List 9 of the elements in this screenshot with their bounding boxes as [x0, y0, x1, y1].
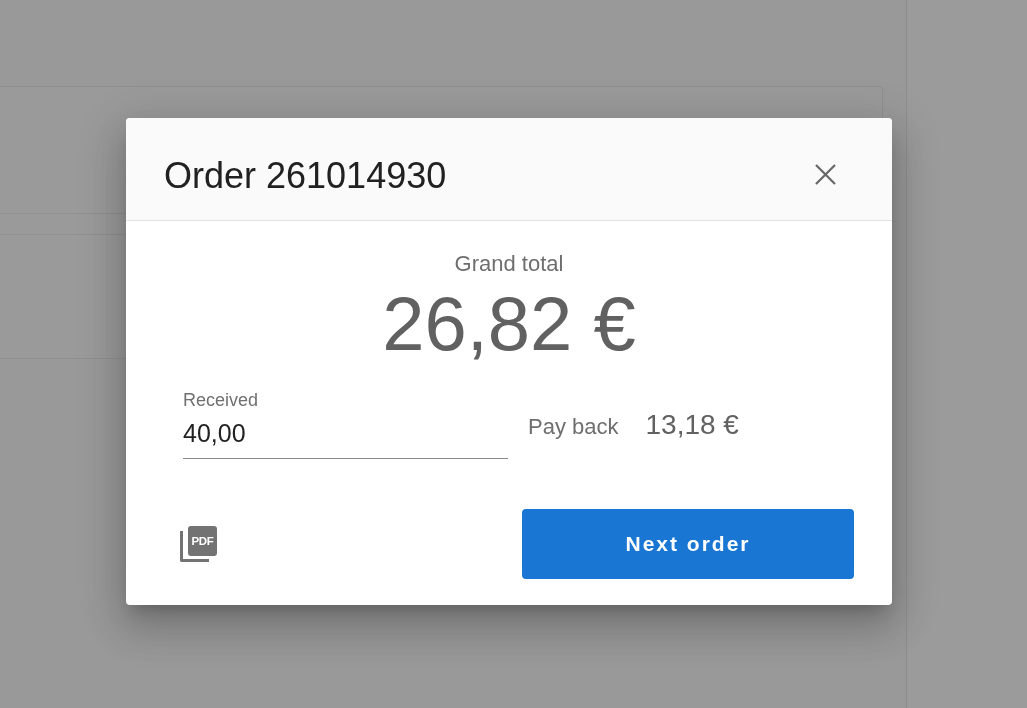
pay-back-amount: 13,18 €: [645, 409, 739, 441]
close-icon: [814, 163, 836, 185]
received-label: Received: [183, 390, 260, 411]
grand-total-label: Grand total: [454, 251, 564, 277]
pay-back-label: Pay back: [528, 414, 619, 440]
dialog-title: Order 261014930: [164, 154, 447, 197]
next-order-button[interactable]: Next order: [522, 509, 854, 579]
grand-total-amount: 26,82 €: [382, 286, 636, 362]
received-input[interactable]: 40,00: [183, 418, 508, 459]
